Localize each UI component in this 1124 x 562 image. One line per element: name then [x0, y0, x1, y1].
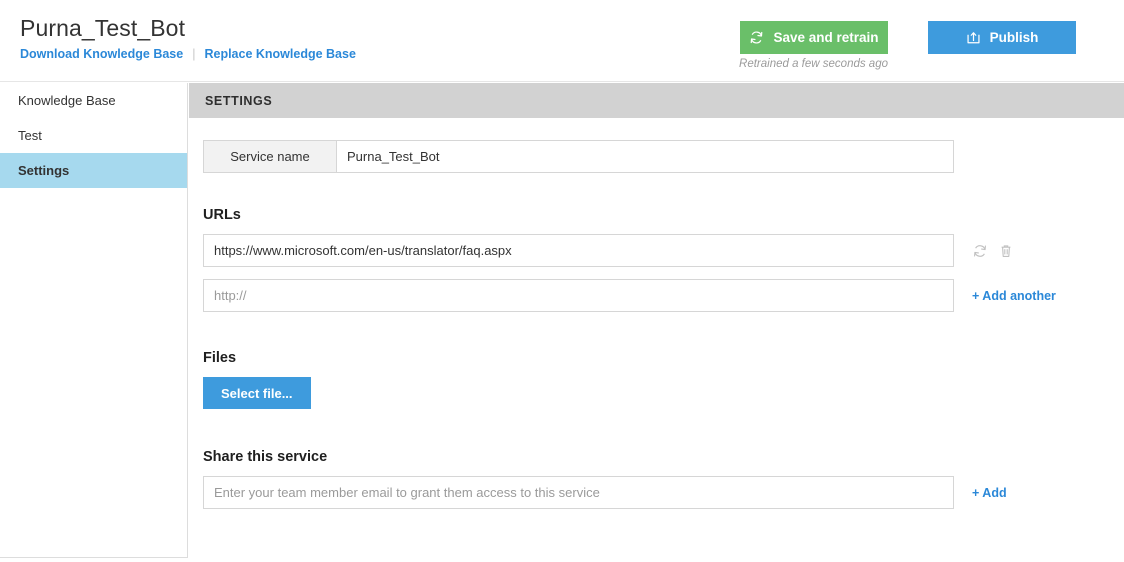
share-heading: Share this service [203, 449, 1124, 465]
title-block: Purna_Test_Bot Download Knowledge Base | R… [20, 14, 356, 62]
main-content: SETTINGS Service name URLs [189, 83, 1124, 562]
sidebar-item-label: Settings [18, 163, 69, 178]
sidebar-item-settings[interactable]: Settings [0, 153, 187, 188]
publish-upload-icon [966, 30, 981, 45]
sidebar: Knowledge Base Test Settings [0, 83, 188, 558]
settings-form: Service name URLs [189, 118, 1124, 509]
urls-heading: URLs [203, 207, 1124, 223]
service-name-label: Service name [204, 141, 337, 172]
share-email-input[interactable] [203, 476, 954, 509]
section-title-bar: SETTINGS [189, 83, 1124, 118]
share-row: + Add [203, 476, 1124, 509]
service-name-input[interactable] [337, 141, 953, 172]
app-root: Purna_Test_Bot Download Knowledge Base | R… [0, 0, 1124, 562]
replace-knowledge-base-link[interactable]: Replace Knowledge Base [204, 47, 355, 61]
url-row [203, 234, 1124, 267]
page-title: Purna_Test_Bot [20, 14, 356, 42]
page-header: Purna_Test_Bot Download Knowledge Base | R… [0, 0, 1124, 82]
refresh-icon [749, 30, 764, 45]
select-file-button[interactable]: Select file... [203, 377, 311, 409]
download-knowledge-base-link[interactable]: Download Knowledge Base [20, 47, 183, 61]
add-share-member-link[interactable]: + Add [972, 486, 1007, 500]
save-and-retrain-button[interactable]: Save and retrain [740, 21, 888, 54]
section-title: SETTINGS [205, 94, 272, 108]
sidebar-item-label: Test [18, 128, 42, 143]
url-row-actions [972, 243, 1014, 259]
header-actions: Save and retrain Retrained a few seconds… [739, 21, 1076, 70]
trash-icon[interactable] [998, 243, 1014, 259]
link-separator: | [192, 47, 195, 61]
add-another-url-link[interactable]: + Add another [972, 289, 1056, 303]
sidebar-item-knowledge-base[interactable]: Knowledge Base [0, 83, 187, 118]
service-name-row: Service name [203, 140, 954, 173]
files-heading: Files [203, 350, 1124, 366]
header-links: Download Knowledge Base | Replace Knowledg… [20, 46, 356, 62]
url-input-1[interactable] [203, 234, 954, 267]
url-input-2[interactable] [203, 279, 954, 312]
save-and-retrain-group: Save and retrain Retrained a few seconds… [739, 21, 888, 70]
save-and-retrain-label: Save and retrain [773, 30, 878, 45]
refresh-icon[interactable] [972, 243, 988, 259]
sidebar-item-test[interactable]: Test [0, 118, 187, 153]
sidebar-item-label: Knowledge Base [18, 93, 116, 108]
retrain-status-text: Retrained a few seconds ago [739, 58, 888, 70]
publish-label: Publish [990, 30, 1039, 45]
publish-button[interactable]: Publish [928, 21, 1076, 54]
url-row: + Add another [203, 279, 1124, 312]
